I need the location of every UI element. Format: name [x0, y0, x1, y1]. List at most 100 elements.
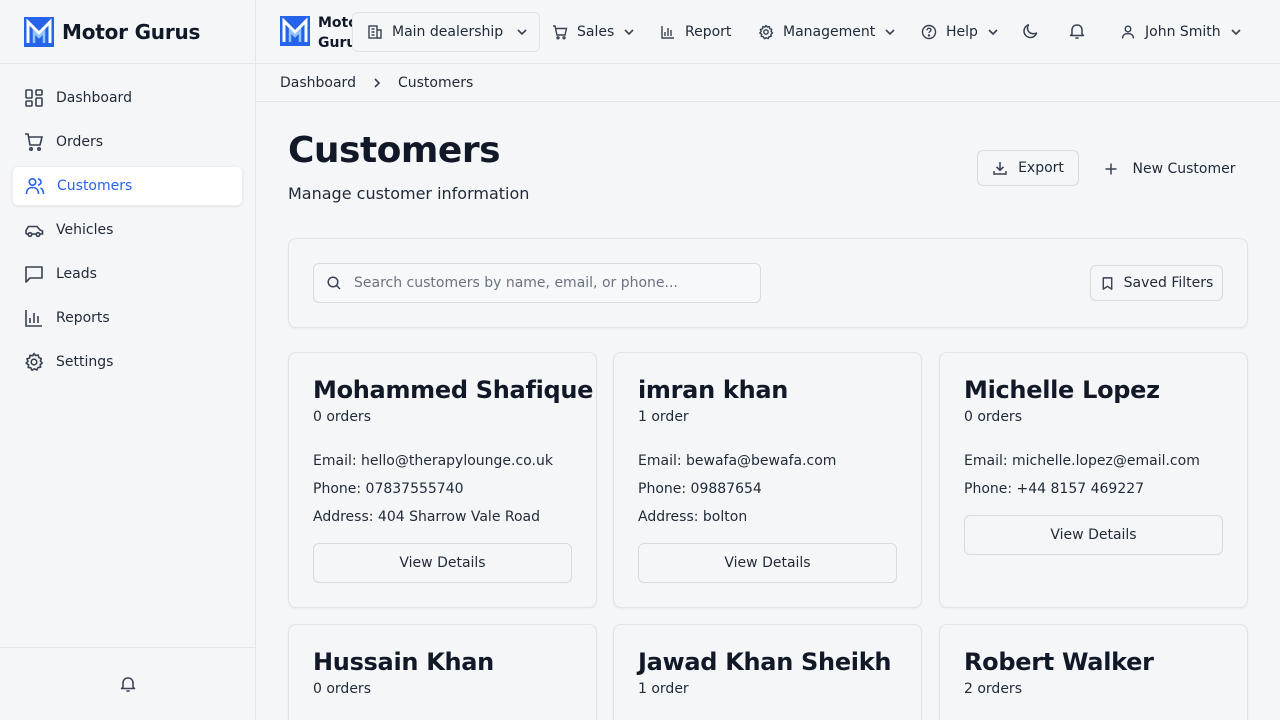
search-icon: [327, 276, 341, 290]
customer-card: Mohammed Shafique 0 orders Email: hello@…: [288, 352, 597, 608]
sidebar-item-label: Leads: [56, 266, 97, 282]
motor-gurus-logo-icon[interactable]: [280, 16, 310, 46]
breadcrumb-dashboard-link[interactable]: Dashboard: [280, 75, 356, 91]
customer-name: Hussain Khan: [313, 648, 494, 676]
sidebar-item-reports[interactable]: Reports: [12, 298, 243, 338]
chevron-down-icon: [885, 29, 895, 36]
customer-info: Email: michelle.lopez@email.com Phone: +…: [964, 447, 1223, 503]
dashboard-icon: [25, 89, 43, 107]
help-menu[interactable]: Help: [921, 12, 1000, 52]
report-link[interactable]: Report: [660, 12, 731, 52]
motor-gurus-logo-icon: [24, 16, 54, 47]
brand-name: Motor Gurus: [62, 19, 201, 44]
customer-info: Email: bewafa@bewafa.com Phone: 09887654…: [638, 447, 897, 531]
help-circle-icon: [921, 24, 937, 40]
download-icon: [993, 162, 1007, 175]
breadcrumb-current: Customers: [397, 74, 474, 91]
sales-menu[interactable]: Sales: [552, 12, 636, 52]
sidebar-item-label: Vehicles: [56, 222, 114, 238]
customer-email: Email: michelle.lopez@email.com: [964, 453, 1200, 469]
new-customer-button[interactable]: New Customer: [1090, 150, 1248, 188]
sidebar-item-dashboard[interactable]: Dashboard: [12, 78, 243, 118]
customer-name: Robert Walker: [964, 648, 1154, 676]
customer-address: Address: 404 Sharrow Vale Road: [313, 509, 541, 525]
chevron-down-icon: [1231, 29, 1241, 36]
gear-icon: [759, 24, 774, 40]
sidebar-item-leads[interactable]: Leads: [12, 254, 243, 294]
topbar: Motor Gurus Main dealership Sales Report…: [256, 0, 1280, 64]
customer-name: Michelle Lopez: [964, 376, 1160, 404]
chevron-down-icon: [624, 29, 634, 36]
page-subtitle: Manage customer information: [288, 184, 530, 203]
cart-icon: [25, 133, 44, 152]
customer-phone: Phone: 07837555740: [313, 481, 464, 497]
search-input[interactable]: [354, 275, 734, 291]
sidebar-brand[interactable]: Motor Gurus: [0, 0, 255, 64]
user-menu[interactable]: John Smith: [1120, 12, 1243, 52]
users-icon: [25, 177, 45, 195]
breadcrumb: Dashboard Customers: [256, 64, 1280, 102]
customer-email: Email: bewafa@bewafa.com: [638, 453, 837, 469]
bookmark-icon: [1102, 276, 1113, 290]
sidebar-nav: Dashboard Orders Customers Vehicles Lead…: [0, 64, 255, 400]
customer-email: Email: hello@therapylounge.co.uk: [313, 453, 553, 469]
customer-name: imran khan: [638, 376, 789, 404]
dealership-select[interactable]: Main dealership: [352, 12, 540, 52]
view-details-button[interactable]: View Details: [638, 543, 897, 583]
customer-card: imran khan 1 order Email: bewafa@bewafa.…: [613, 352, 922, 608]
sidebar-footer: [0, 647, 255, 720]
customer-card: Robert Walker 2 orders: [939, 624, 1248, 720]
customer-orders: 1 order: [638, 681, 689, 697]
chevron-right-icon: [374, 77, 381, 88]
customer-phone: Phone: +44 8157 469227: [964, 481, 1145, 497]
sidebar-item-settings[interactable]: Settings: [12, 342, 243, 382]
sidebar-item-label: Reports: [56, 310, 110, 326]
view-details-button[interactable]: View Details: [964, 515, 1223, 555]
user-name: John Smith: [1145, 24, 1221, 40]
sidebar: Motor Gurus Dashboard Orders Customers V…: [0, 0, 256, 720]
management-menu[interactable]: Management: [758, 12, 897, 52]
bar-chart-icon: [661, 26, 674, 39]
building-icon: [368, 25, 382, 39]
search-panel: Saved Filters: [288, 238, 1248, 328]
customer-orders: 2 orders: [964, 681, 1022, 697]
sidebar-item-customers[interactable]: Customers: [12, 166, 243, 206]
sidebar-item-label: Orders: [56, 134, 104, 150]
page-title: Customers: [288, 130, 501, 171]
saved-filters-label: Saved Filters: [1123, 275, 1214, 291]
customer-orders: 0 orders: [313, 409, 371, 425]
message-icon: [25, 266, 43, 283]
bar-chart-icon: [25, 310, 42, 327]
customer-orders: 0 orders: [313, 681, 371, 697]
export-button[interactable]: Export: [977, 150, 1079, 186]
plus-icon: [1105, 163, 1116, 175]
user-icon: [1121, 25, 1135, 39]
cart-icon: [553, 25, 568, 40]
customer-name: Jawad Khan Sheikh: [638, 648, 892, 676]
management-label: Management: [783, 24, 876, 40]
dealership-label: Main dealership: [392, 24, 504, 40]
moon-icon[interactable]: [1022, 22, 1040, 40]
export-label: Export: [1018, 160, 1064, 176]
gear-icon: [25, 352, 43, 371]
sidebar-item-label: Dashboard: [56, 90, 132, 106]
chevron-down-icon: [517, 29, 527, 36]
sidebar-item-label: Customers: [57, 178, 133, 194]
bell-icon[interactable]: [119, 675, 137, 693]
sidebar-item-vehicles[interactable]: Vehicles: [12, 210, 243, 250]
customer-info: Email: hello@therapylounge.co.uk Phone: …: [313, 447, 572, 531]
sidebar-item-orders[interactable]: Orders: [12, 122, 243, 162]
help-label: Help: [946, 24, 978, 40]
saved-filters-button[interactable]: Saved Filters: [1090, 265, 1223, 301]
customer-name: Mohammed Shafique: [313, 376, 594, 404]
bell-icon[interactable]: [1068, 22, 1086, 40]
sales-label: Sales: [577, 24, 615, 40]
customer-address: Address: bolton: [638, 509, 748, 525]
customer-card: Hussain Khan 0 orders: [288, 624, 597, 720]
car-icon: [25, 225, 44, 238]
chevron-down-icon: [988, 29, 998, 36]
customer-card: Michelle Lopez 0 orders Email: michelle.…: [939, 352, 1248, 608]
search-field[interactable]: [313, 263, 761, 303]
customer-orders: 0 orders: [964, 409, 1022, 425]
view-details-button[interactable]: View Details: [313, 543, 572, 583]
